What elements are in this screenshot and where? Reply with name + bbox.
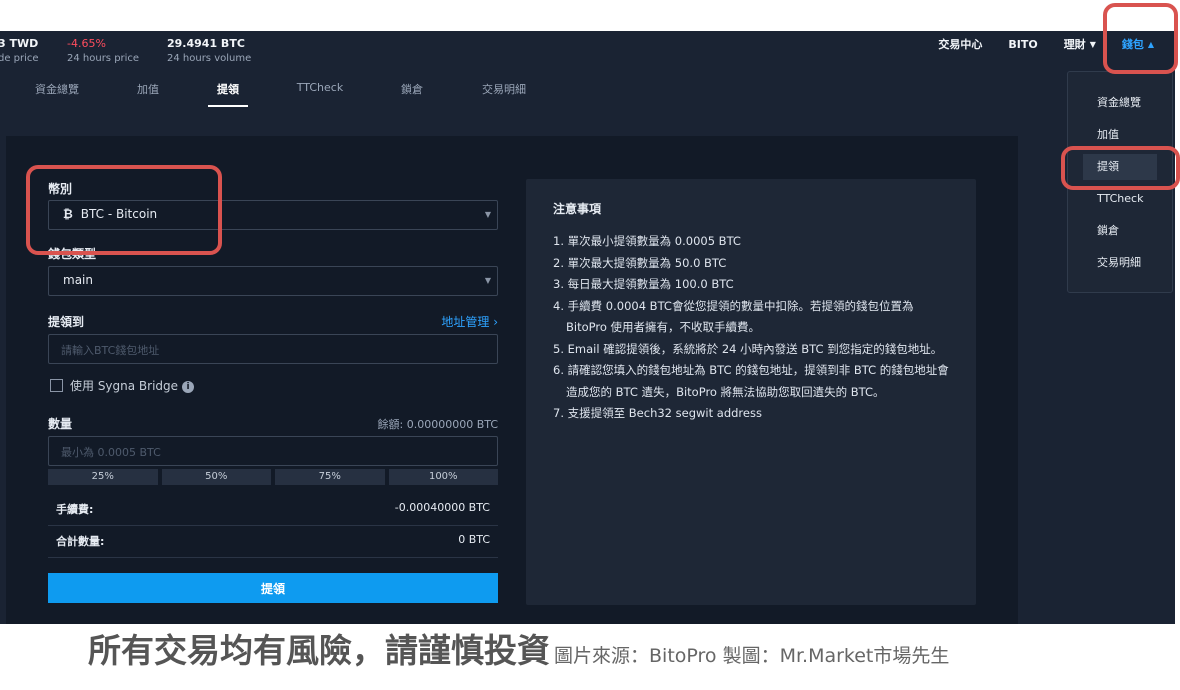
bitcoin-icon: ₿ bbox=[63, 207, 73, 221]
ticker-value: 3 TWD bbox=[0, 37, 39, 50]
nav-finance[interactable]: 理財 ▼ bbox=[1051, 31, 1109, 61]
wallet-type-value: main bbox=[63, 273, 93, 287]
top-nav: 交易中心 BITO 理財 ▼ 錢包 ▲ bbox=[925, 31, 1167, 61]
note-item: 5. Email 確認提領後，系統將於 24 小時內發送 BTC 到您指定的錢包… bbox=[553, 341, 943, 356]
menu-item-withdraw[interactable]: 提領 bbox=[1083, 154, 1157, 180]
ticker-bar: 3 TWD de price -4.65% 24 hours price 29.… bbox=[0, 31, 1175, 71]
info-icon[interactable]: i bbox=[182, 381, 195, 393]
dropdown-arrow-icon: ▼ bbox=[484, 276, 491, 285]
total-value: 0 BTC bbox=[458, 533, 490, 546]
balance-text: 餘額: 0.00000000 BTC bbox=[377, 418, 498, 431]
total-row: 合計數量: 0 BTC bbox=[48, 527, 498, 558]
ticker-last-price: 3 TWD de price bbox=[0, 36, 39, 66]
fee-row: 手續費: -0.00040000 BTC bbox=[48, 495, 498, 526]
percent-75-button[interactable]: 75% bbox=[275, 469, 385, 485]
menu-item-transactions[interactable]: 交易明細 bbox=[1083, 250, 1157, 276]
ticker-value: -4.65% bbox=[67, 37, 106, 50]
currency-select[interactable]: ₿ BTC - Bitcoin ▼ bbox=[48, 200, 498, 230]
currency-label: 幣別 bbox=[48, 182, 73, 196]
notes-title: 注意事項 bbox=[553, 202, 602, 216]
caret-down-icon: ▼ bbox=[1089, 40, 1096, 49]
tab-transactions[interactable]: 交易明細 bbox=[482, 81, 526, 97]
percent-buttons: 25% 50% 75% 100% bbox=[48, 469, 498, 485]
note-item: 2. 單次最大提領數量為 50.0 BTC bbox=[553, 255, 727, 270]
ticker-label: 24 hours volume bbox=[167, 53, 252, 64]
tab-withdraw[interactable]: 提領 bbox=[208, 81, 248, 107]
menu-item-ttcheck[interactable]: TTCheck bbox=[1083, 186, 1157, 212]
note-item: 1. 單次最小提領數量為 0.0005 BTC bbox=[553, 234, 741, 248]
sygna-checkbox[interactable] bbox=[50, 379, 63, 392]
withdraw-panel: 幣別 ₿ BTC - Bitcoin ▼ 錢包類型 main ▼ 提領到 地址管理… bbox=[6, 136, 1018, 624]
note-item: 6. 請確認您填入的錢包地址為 BTC 的錢包地址，提領到非 BTC 的錢包地址… bbox=[553, 363, 949, 399]
amount-placeholder: 最小為 0.0005 BTC bbox=[61, 446, 161, 459]
caption: 所有交易均有風險，請謹慎投資 圖片來源：BitoPro 製圖：Mr.Market市… bbox=[88, 624, 950, 670]
menu-item-overview[interactable]: 資金總覽 bbox=[1083, 90, 1157, 116]
tab-deposit[interactable]: 加值 bbox=[137, 81, 159, 97]
nav-finance-label: 理財 bbox=[1063, 38, 1086, 51]
tab-ttcheck[interactable]: TTCheck bbox=[297, 81, 343, 94]
nav-wallet-label: 錢包 bbox=[1121, 38, 1144, 51]
dropdown-arrow-icon: ▼ bbox=[484, 210, 491, 219]
amount-input[interactable]: 最小為 0.0005 BTC bbox=[48, 436, 498, 466]
fee-label: 手續費: bbox=[56, 503, 94, 516]
menu-item-lock[interactable]: 鎖倉 bbox=[1083, 218, 1157, 244]
app-window: 3 TWD de price -4.65% 24 hours price 29.… bbox=[0, 31, 1175, 624]
ticker-value: 29.4941 BTC bbox=[167, 37, 245, 50]
note-item: 7. 支援提領至 Bech32 segwit address bbox=[553, 406, 762, 420]
percent-100-button[interactable]: 100% bbox=[388, 469, 498, 485]
note-item: 4. 手續費 0.0004 BTC會從您提領的數量中扣除。若提領的錢包位置為 B… bbox=[553, 298, 914, 335]
address-manage-label: 地址管理 bbox=[441, 315, 490, 329]
address-manage-link[interactable]: 地址管理 › bbox=[441, 313, 498, 330]
ticker-price-change: -4.65% 24 hours price bbox=[67, 36, 139, 66]
tab-overview[interactable]: 資金總覽 bbox=[35, 81, 79, 97]
fee-value: -0.00040000 BTC bbox=[394, 501, 490, 514]
caption-source: 圖片來源：BitoPro 製圖：Mr.Market市場先生 bbox=[554, 645, 950, 667]
wallet-type-select[interactable]: main ▼ bbox=[48, 266, 498, 296]
menu-item-deposit[interactable]: 加值 bbox=[1083, 122, 1157, 148]
ticker-label: 24 hours price bbox=[67, 53, 140, 64]
currency-value: BTC - Bitcoin bbox=[80, 207, 158, 221]
notes-box: 注意事項 1. 單次最小提領數量為 0.0005 BTC 2. 單次最大提領數量… bbox=[526, 179, 976, 605]
withdraw-to-label: 提領到 bbox=[48, 315, 85, 329]
nav-wallet[interactable]: 錢包 ▲ bbox=[1109, 31, 1167, 61]
wallet-dropdown-menu: 資金總覽 加值 提領 TTCheck 鎖倉 交易明細 bbox=[1067, 71, 1173, 293]
address-placeholder: 請輸入BTC錢包地址 bbox=[61, 344, 160, 357]
ticker-label: de price bbox=[0, 53, 39, 64]
chevron-right-icon: › bbox=[493, 315, 498, 329]
sygna-label: 使用 Sygna Bridge bbox=[70, 379, 179, 393]
address-input[interactable]: 請輸入BTC錢包地址 bbox=[48, 334, 498, 364]
total-label: 合計數量: bbox=[56, 535, 105, 548]
notes-list: 1. 單次最小提領數量為 0.0005 BTC 2. 單次最大提領數量為 50.… bbox=[553, 231, 953, 425]
caret-up-icon: ▲ bbox=[1147, 40, 1154, 49]
nav-trading-center[interactable]: 交易中心 bbox=[925, 31, 995, 61]
sub-tabs: 資金總覽 加值 提領 TTCheck 鎖倉 交易明細 bbox=[0, 75, 1175, 109]
sygna-label-wrap: 使用 Sygna Bridge i bbox=[70, 377, 195, 394]
ticker-volume: 29.4941 BTC 24 hours volume bbox=[167, 36, 251, 66]
nav-bito[interactable]: BITO bbox=[995, 31, 1050, 61]
caption-main: 所有交易均有風險，請謹慎投資 bbox=[88, 631, 550, 670]
percent-50-button[interactable]: 50% bbox=[161, 469, 271, 485]
percent-25-button[interactable]: 25% bbox=[48, 469, 158, 485]
currency-value-wrap: ₿ BTC - Bitcoin bbox=[63, 207, 157, 221]
wallet-type-label: 錢包類型 bbox=[48, 247, 97, 261]
note-item: 3. 每日最大提領數量為 100.0 BTC bbox=[553, 277, 734, 291]
tab-lock[interactable]: 鎖倉 bbox=[401, 81, 423, 97]
withdraw-submit-button[interactable]: 提領 bbox=[48, 573, 498, 603]
amount-label: 數量 bbox=[48, 417, 73, 431]
